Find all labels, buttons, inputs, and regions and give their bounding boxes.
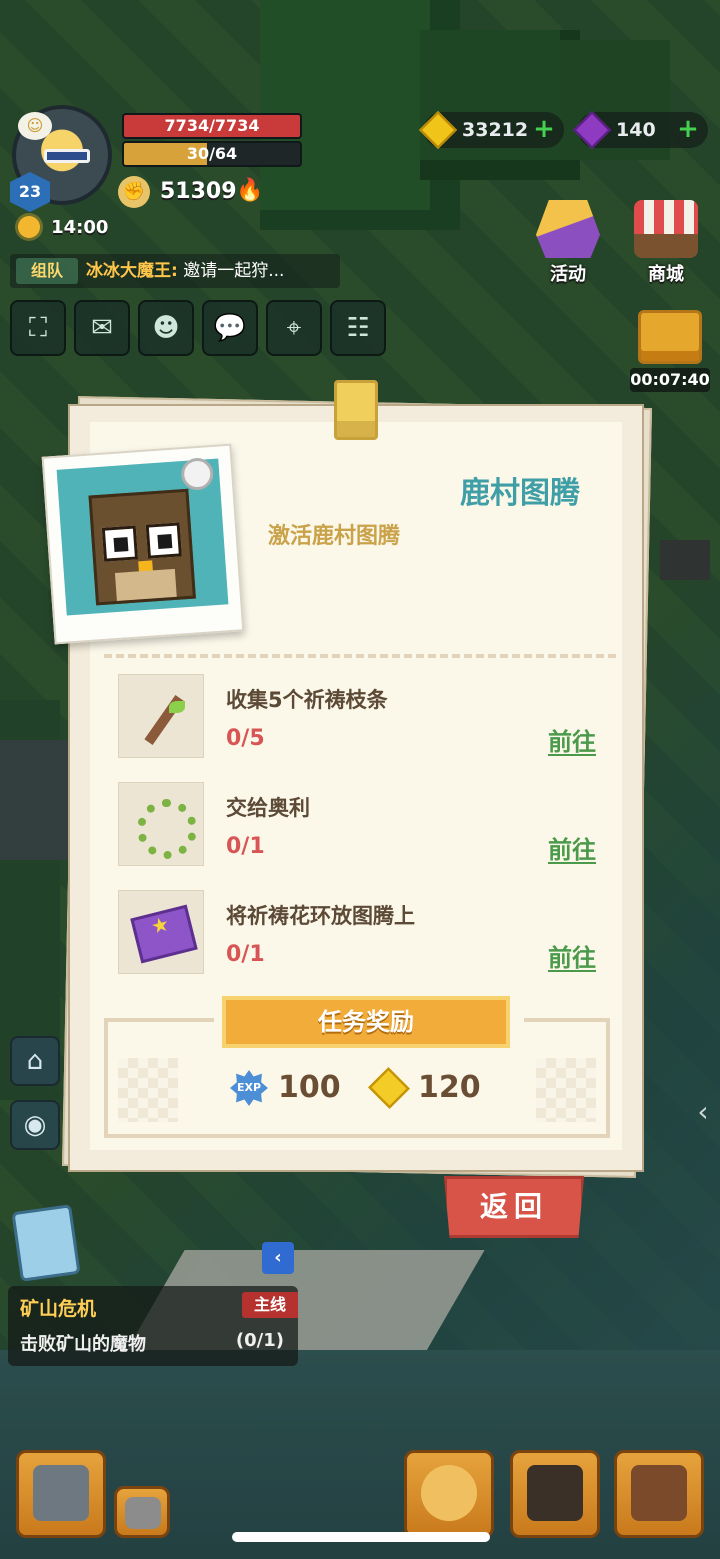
- chat-channel[interactable]: 组队: [16, 258, 78, 284]
- back-button[interactable]: 返回: [444, 1176, 584, 1238]
- pet-icon: [421, 1465, 477, 1521]
- chat-message[interactable]: 冰冰大魔王: 邀请一起狩...: [86, 258, 334, 284]
- objective-row: 交给奥利 0/1 前往: [118, 782, 598, 870]
- owl-eye: [145, 522, 182, 559]
- timed-gift-button[interactable]: 00:07:40: [630, 310, 710, 392]
- fist-icon: ✊: [118, 176, 150, 208]
- quest-progress: (0/1): [235, 1330, 284, 1351]
- objective-row: 将祈祷花环放图腾上 0/1 前往: [118, 890, 598, 978]
- branch-icon: [118, 674, 204, 758]
- shop-button[interactable]: 商城: [630, 200, 702, 286]
- game-time: 14:00: [51, 216, 109, 238]
- chat-sender: 冰冰大魔王:: [86, 261, 178, 281]
- main-quest-badge: 主线: [242, 1292, 298, 1318]
- backpack-icon: [631, 1465, 687, 1521]
- go-link[interactable]: 前往: [548, 830, 596, 865]
- task-title: 鹿村图腾: [460, 476, 580, 511]
- emote-icon[interactable]: ☺: [18, 112, 52, 140]
- paper-clip-icon: [334, 380, 378, 440]
- cat-rabbit-icon: [527, 1465, 583, 1521]
- energy-value: 30/64: [186, 144, 238, 163]
- location-pin-icon[interactable]: ◉: [10, 1100, 60, 1150]
- pet-button[interactable]: [404, 1450, 494, 1538]
- map-icon[interactable]: ⌖: [266, 300, 322, 356]
- objective-progress: 0/1: [226, 834, 265, 859]
- combat-power[interactable]: ✊ 51309 🔥: [118, 176, 268, 208]
- npc-portrait: [41, 443, 245, 645]
- exp-amount: 100: [278, 1070, 341, 1105]
- go-link[interactable]: 前往: [548, 938, 596, 973]
- backpack-button[interactable]: [614, 1450, 704, 1538]
- energy-bar: 30/64: [122, 141, 302, 167]
- home-icon[interactable]: ⌂: [10, 1036, 60, 1086]
- objective-name: 交给奥利: [226, 796, 310, 820]
- collapse-tracker-button[interactable]: ‹: [262, 1242, 294, 1274]
- wreath-icon: [118, 782, 204, 866]
- activity-label: 活动: [550, 264, 586, 285]
- friends-icon[interactable]: ☻: [138, 300, 194, 356]
- objective-progress: 0/1: [226, 942, 265, 967]
- gold-amount: 33212: [462, 119, 529, 141]
- store-icon: [634, 200, 698, 258]
- hp-bar: 7734/7734: [122, 113, 302, 139]
- checker-decoration: [118, 1058, 178, 1122]
- task-list-icon[interactable]: ☷: [330, 300, 386, 356]
- reward-header: 任务奖励: [222, 996, 510, 1048]
- book-icon: [118, 890, 204, 974]
- gift-box-icon: [638, 310, 702, 364]
- companions-button[interactable]: [510, 1450, 600, 1538]
- objective-name: 收集5个祈祷枝条: [226, 688, 388, 712]
- task-subtitle: 激活鹿村图腾: [268, 524, 401, 549]
- expand-icon[interactable]: ⛶: [10, 300, 66, 356]
- chevron-left-icon[interactable]: ‹: [686, 1092, 720, 1132]
- quest-title: 矿山危机: [20, 1298, 97, 1320]
- gem-currency: 140 +: [572, 110, 708, 150]
- owl-eye: [101, 525, 139, 562]
- objective-row: 收集5个祈祷枝条 0/5 前往: [118, 674, 598, 762]
- chest-icon: [125, 1497, 161, 1529]
- combat-power-value: 51309: [160, 179, 237, 204]
- chat-text: 邀请一起狩...: [183, 261, 285, 281]
- add-gem-button[interactable]: +: [676, 116, 700, 142]
- hp-value: 7734/7734: [164, 116, 260, 135]
- add-gold-button[interactable]: +: [532, 116, 556, 142]
- owl-npc-icon: [88, 488, 196, 606]
- home-indicator[interactable]: [232, 1532, 490, 1542]
- owl-belly: [114, 568, 177, 601]
- quest-description: 击败矿山的魔物: [20, 1334, 146, 1355]
- avatar-glasses: [44, 149, 90, 163]
- go-link[interactable]: 前往: [548, 722, 596, 757]
- dashed-divider: [104, 654, 616, 658]
- chat-bar[interactable]: 组队 冰冰大魔王: 邀请一起狩...: [10, 254, 340, 288]
- flame-icon: 🔥: [236, 178, 264, 203]
- gem-amount: 140: [616, 119, 656, 141]
- quest-tracker[interactable]: 矿山危机 主线 击败矿山的魔物 (0/1): [8, 1286, 298, 1366]
- activity-button[interactable]: 活动: [532, 200, 604, 286]
- hammer-icon: [33, 1465, 89, 1521]
- objective-name: 将祈祷花环放图腾上: [226, 904, 415, 928]
- craft-button[interactable]: [16, 1450, 106, 1538]
- checker-decoration: [536, 1058, 596, 1122]
- activity-icon: [536, 200, 600, 258]
- mail-icon[interactable]: ✉: [74, 300, 130, 356]
- shop-label: 商城: [648, 264, 684, 285]
- chest-button[interactable]: [114, 1486, 170, 1538]
- chat-icon[interactable]: 💬: [202, 300, 258, 356]
- gift-timer: 00:07:40: [630, 368, 710, 392]
- gold-currency: 33212 +: [418, 110, 564, 150]
- gold-reward-amount: 120: [418, 1070, 481, 1105]
- game-clock: 14:00: [18, 216, 108, 242]
- sun-icon: [18, 216, 40, 238]
- objective-progress: 0/5: [226, 726, 265, 751]
- quest-book-icon[interactable]: [11, 1204, 81, 1282]
